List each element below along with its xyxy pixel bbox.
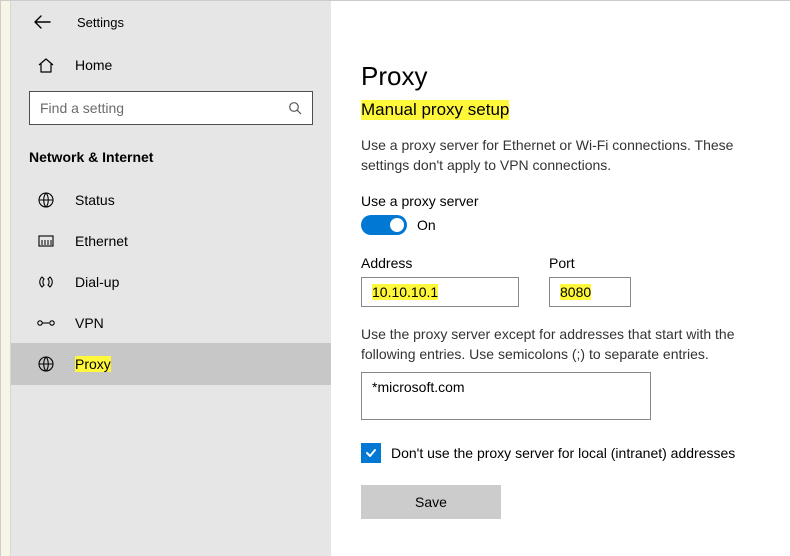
toggle-state: On [417,217,436,233]
back-button[interactable] [29,11,59,33]
description-text: Use a proxy server for Ethernet or Wi-Fi… [361,136,770,175]
exceptions-description: Use the proxy server except for addresse… [361,325,770,364]
sidebar-item-label: Status [75,192,115,208]
proxy-icon [35,355,57,373]
titlebar: Settings [11,5,331,47]
sidebar-item-label: Dial-up [75,274,119,290]
ethernet-icon [35,233,57,249]
nav-home[interactable]: Home [11,47,331,83]
port-label: Port [549,255,631,271]
sidebar-item-ethernet[interactable]: Ethernet [11,221,331,261]
toggle-row: On [361,215,770,235]
status-icon [35,191,57,209]
sidebar-item-label: VPN [75,315,104,331]
sidebar-item-proxy[interactable]: Proxy [11,343,331,385]
nav-home-label: Home [75,57,112,73]
search-input[interactable] [30,100,278,116]
sidebar-item-label: Proxy [75,356,111,372]
use-proxy-label: Use a proxy server [361,193,770,209]
sidebar: Settings Home Network & Intern [11,1,331,556]
sidebar-item-status[interactable]: Status [11,179,331,221]
address-label: Address [361,255,519,271]
port-input[interactable]: 8080 [549,277,631,307]
port-group: Port 8080 [549,255,631,307]
address-group: Address 10.10.10.1 [361,255,519,307]
search-container [11,83,331,139]
local-bypass-label: Don't use the proxy server for local (in… [391,445,735,461]
dialup-icon [35,273,57,291]
section-heading: Network & Internet [11,139,331,179]
search-icon [278,101,312,115]
sidebar-item-dialup[interactable]: Dial-up [11,261,331,303]
app-title: Settings [77,15,124,30]
port-value: 8080 [560,284,591,300]
window-edge [1,1,11,556]
subheading: Manual proxy setup [361,100,509,120]
save-button[interactable]: Save [361,485,501,519]
sidebar-item-vpn[interactable]: VPN [11,303,331,343]
exceptions-input[interactable] [361,372,651,420]
sidebar-item-label: Ethernet [75,233,128,249]
address-value: 10.10.10.1 [372,284,438,300]
home-icon [35,57,57,73]
toggle-knob [390,218,404,232]
vpn-icon [35,316,57,330]
address-port-row: Address 10.10.10.1 Port 8080 [361,255,770,307]
address-input[interactable]: 10.10.10.1 [361,277,519,307]
page-title: Proxy [361,61,770,92]
use-proxy-toggle[interactable] [361,215,407,235]
local-bypass-checkbox[interactable] [361,443,381,463]
search-box[interactable] [29,91,313,125]
local-bypass-row: Don't use the proxy server for local (in… [361,443,770,463]
main-content: Proxy Manual proxy setup Use a proxy ser… [331,1,790,556]
